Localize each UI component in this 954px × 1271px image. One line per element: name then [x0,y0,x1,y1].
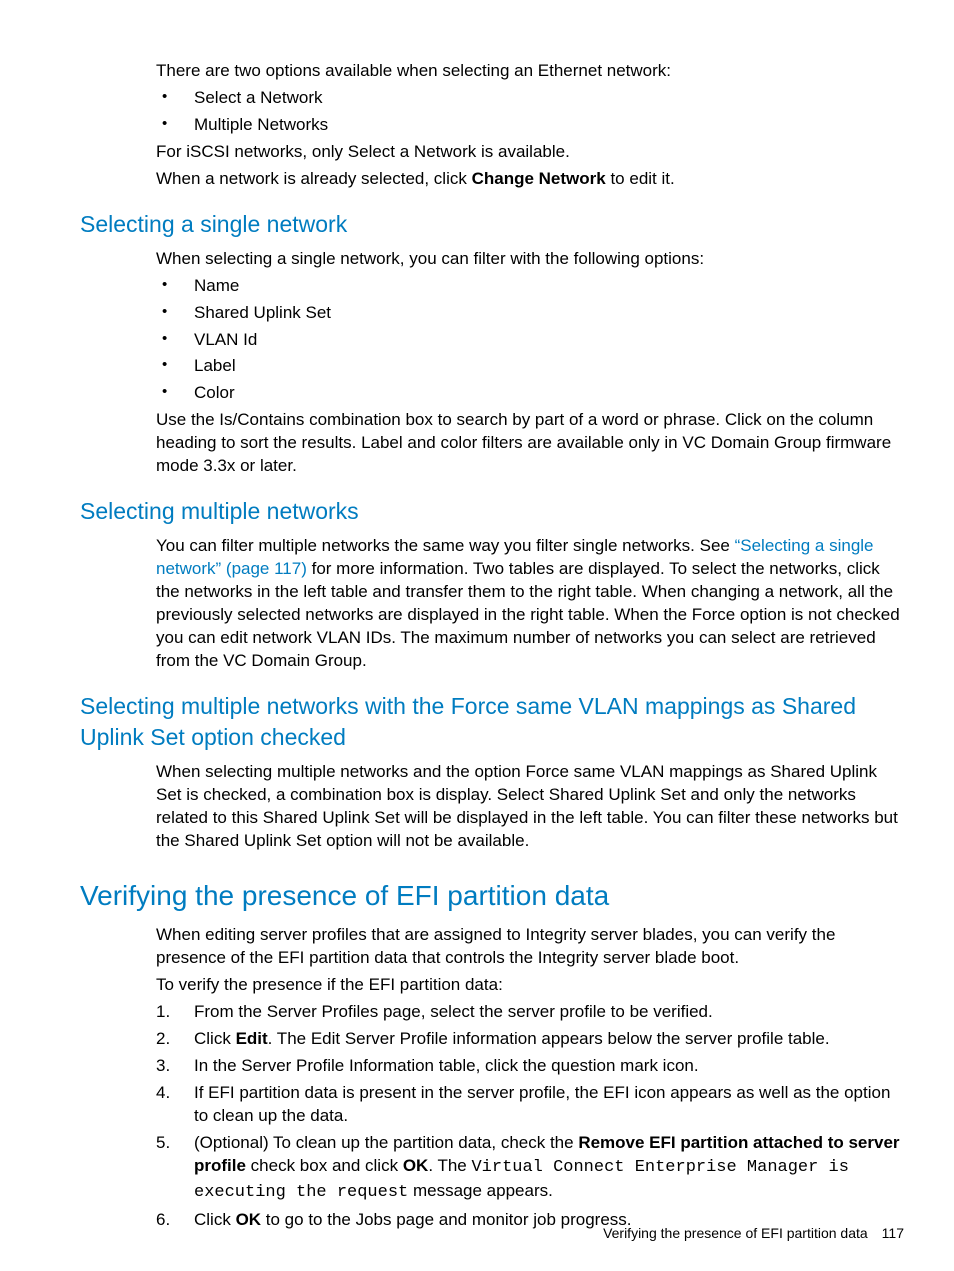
list-item: Shared Uplink Set [156,302,904,325]
multi-para: You can filter multiple networks the sam… [156,535,904,673]
heading-selecting-single-network: Selecting a single network [80,209,904,240]
text-run: When a network is already selected, clic… [156,169,472,188]
edit-label: Edit [236,1029,268,1048]
list-item: Color [156,382,904,405]
intro-line3: When a network is already selected, clic… [156,168,904,191]
single-para: Use the Is/Contains combination box to s… [156,409,904,478]
efi-p1: When editing server profiles that are as… [156,924,904,970]
force-para: When selecting multiple networks and the… [156,761,904,853]
single-intro: When selecting a single network, you can… [156,248,904,271]
ok-label: OK [236,1210,262,1229]
text-run: You can filter multiple networks the sam… [156,536,735,555]
page-number: 117 [882,1225,904,1241]
text-run: check box and click [246,1156,403,1175]
list-item: VLAN Id [156,329,904,352]
list-item: Name [156,275,904,298]
page-footer: Verifying the presence of EFI partition … [603,1224,904,1243]
step-5: (Optional) To clean up the partition dat… [156,1132,904,1205]
heading-selecting-multiple-networks: Selecting multiple networks [80,496,904,527]
step-1: From the Server Profiles page, select th… [156,1001,904,1024]
intro-line2: For iSCSI networks, only Select a Networ… [156,141,904,164]
intro-line1: There are two options available when sel… [156,60,904,83]
list-item: Label [156,355,904,378]
efi-steps: From the Server Profiles page, select th… [156,1001,904,1231]
step-2: Click Edit. The Edit Server Profile info… [156,1028,904,1051]
list-item: Multiple Networks [156,114,904,137]
step-3: In the Server Profile Information table,… [156,1055,904,1078]
ok-label: OK [403,1156,429,1175]
text-run: . The [428,1156,471,1175]
page-content: There are two options available when sel… [0,0,954,1271]
intro-options-list: Select a Network Multiple Networks [156,87,904,137]
list-item: Select a Network [156,87,904,110]
text-run: to go to the Jobs page and monitor job p… [261,1210,631,1229]
step-4: If EFI partition data is present in the … [156,1082,904,1128]
single-filters-list: Name Shared Uplink Set VLAN Id Label Col… [156,275,904,406]
change-network-label: Change Network [472,169,606,188]
heading-verifying-efi: Verifying the presence of EFI partition … [80,877,904,915]
heading-force-vlan-mappings: Selecting multiple networks with the For… [80,691,904,753]
text-run: . The Edit Server Profile information ap… [268,1029,830,1048]
footer-title: Verifying the presence of EFI partition … [603,1225,868,1241]
text-run: Click [194,1210,236,1229]
text-run: to edit it. [606,169,675,188]
text-run: (Optional) To clean up the partition dat… [194,1133,578,1152]
efi-p2: To verify the presence if the EFI partit… [156,974,904,997]
text-run: message appears. [408,1181,553,1200]
text-run: Click [194,1029,236,1048]
